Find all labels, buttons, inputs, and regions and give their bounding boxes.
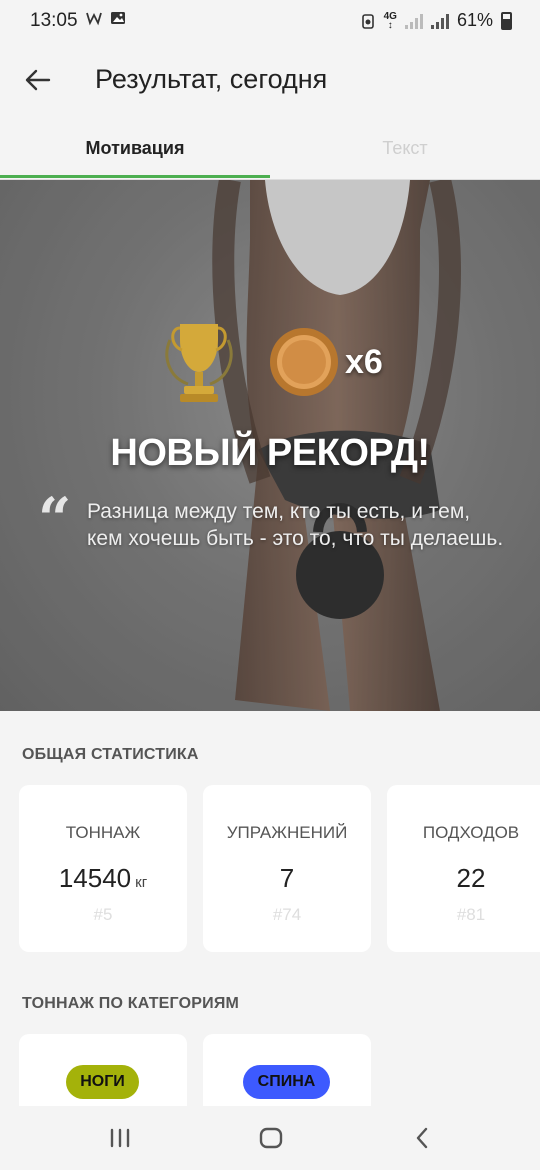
tab-text[interactable]: Текст — [270, 118, 540, 178]
motivation-quote: Разница между тем, кто ты есть, и тем, к… — [87, 500, 504, 550]
stat-unit: кг — [135, 874, 148, 891]
stat-rank: #5 — [93, 905, 113, 924]
stat-card-tonnage[interactable]: ТОННАЖ 14540 кг #5 — [19, 785, 187, 952]
tab-bar: Мотивация Текст — [0, 118, 540, 180]
arrow-left-icon — [25, 69, 51, 91]
recent-apps-button[interactable] — [100, 1122, 140, 1154]
tab-indicator — [0, 175, 270, 178]
stat-number: 14540 — [58, 863, 132, 893]
trophy-icon — [165, 324, 233, 402]
stat-value: 14540 кг — [19, 863, 187, 894]
new-record-title: НОВЫЙ РЕКОРД! — [110, 432, 430, 474]
system-back-button[interactable] — [402, 1122, 442, 1154]
status-system-icons: 4G ↕ 61% — [360, 10, 512, 31]
battery-percent: 61% — [456, 10, 493, 30]
stats-section-title: ОБЩАЯ СТАТИСТИКА — [22, 746, 199, 763]
page-title: Результат, сегодня — [95, 64, 328, 94]
signal-icon — [430, 13, 449, 29]
bronze-medal-icon — [270, 328, 338, 396]
tab-motivation[interactable]: Мотивация — [0, 118, 270, 178]
medal-count: x6 — [345, 343, 383, 381]
home-icon — [259, 1127, 283, 1149]
system-navigation-bar — [0, 1106, 540, 1170]
stat-label: ПОДХОДОВ — [422, 823, 520, 842]
gallery-icon — [111, 12, 125, 24]
category-badge-legs: НОГИ — [66, 1065, 139, 1099]
stat-card-sets[interactable]: ПОДХОДОВ 22 #81 — [387, 785, 540, 952]
recycle-icon — [361, 13, 374, 29]
stat-label: ТОННАЖ — [65, 823, 141, 842]
motivation-banner: x6 НОВЫЙ РЕКОРД! “ Разница между тем, кт… — [0, 180, 540, 711]
stat-rank: #74 — [272, 905, 302, 924]
stat-card-exercises[interactable]: УПРАЖНЕНИЙ 7 #74 — [203, 785, 371, 952]
category-badge-back: СПИНА — [243, 1065, 330, 1099]
stat-value: 7 — [203, 863, 371, 894]
category-card-back[interactable]: СПИНА — [203, 1034, 371, 1114]
chevron-left-icon — [416, 1127, 428, 1149]
status-time: 13:05 — [30, 10, 78, 31]
stat-rank: #81 — [456, 905, 486, 924]
status-notification-icons — [86, 10, 126, 26]
app-bar: Результат, сегодня — [0, 44, 540, 116]
stat-number: 7 — [279, 863, 295, 893]
w-notification-icon — [86, 12, 102, 26]
home-button[interactable] — [251, 1122, 291, 1154]
signal-icon — [404, 13, 423, 29]
category-card-legs[interactable]: НОГИ — [19, 1034, 187, 1114]
stat-value: 22 — [387, 863, 540, 894]
stat-label: УПРАЖНЕНИЙ — [226, 823, 348, 842]
4g-icon: 4G ↕ — [383, 10, 397, 31]
stat-number: 22 — [456, 863, 486, 893]
battery-icon — [501, 11, 512, 30]
quote-icon: “ — [38, 485, 72, 553]
back-button[interactable] — [20, 62, 56, 98]
status-bar: 13:05 4G ↕ 61% — [0, 0, 540, 44]
categories-section-title: ТОННАЖ ПО КАТЕГОРИЯМ — [22, 995, 240, 1012]
recent-apps-icon — [110, 1128, 130, 1148]
